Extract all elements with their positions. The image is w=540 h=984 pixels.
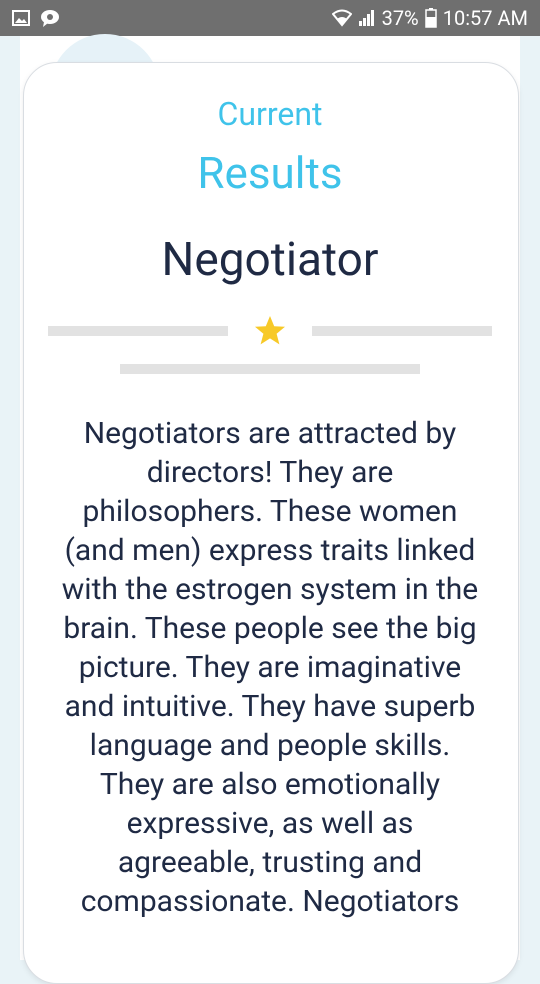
star-icon [255, 316, 285, 345]
status-bar: 37% 10:57 AM [0, 0, 540, 36]
battery-percent: 37% [381, 6, 419, 30]
wifi-icon [331, 9, 352, 27]
status-left-icons [12, 9, 60, 27]
heading-results: Results [197, 147, 343, 199]
divider-left [48, 326, 228, 336]
chat-bubble-icon [40, 9, 60, 27]
image-icon [12, 10, 30, 26]
divider-bottom [120, 364, 420, 374]
battery-icon [424, 8, 437, 28]
personality-type-title: Negotiator [161, 233, 379, 287]
type-description: Negotiators are attracted by directors! … [61, 416, 479, 919]
divider-right [312, 326, 492, 336]
status-right-icons: 37% 10:57 AM [331, 6, 528, 30]
signal-icon [358, 9, 376, 27]
heading-current: Current [217, 95, 323, 133]
clock: 10:57 AM [442, 6, 528, 30]
